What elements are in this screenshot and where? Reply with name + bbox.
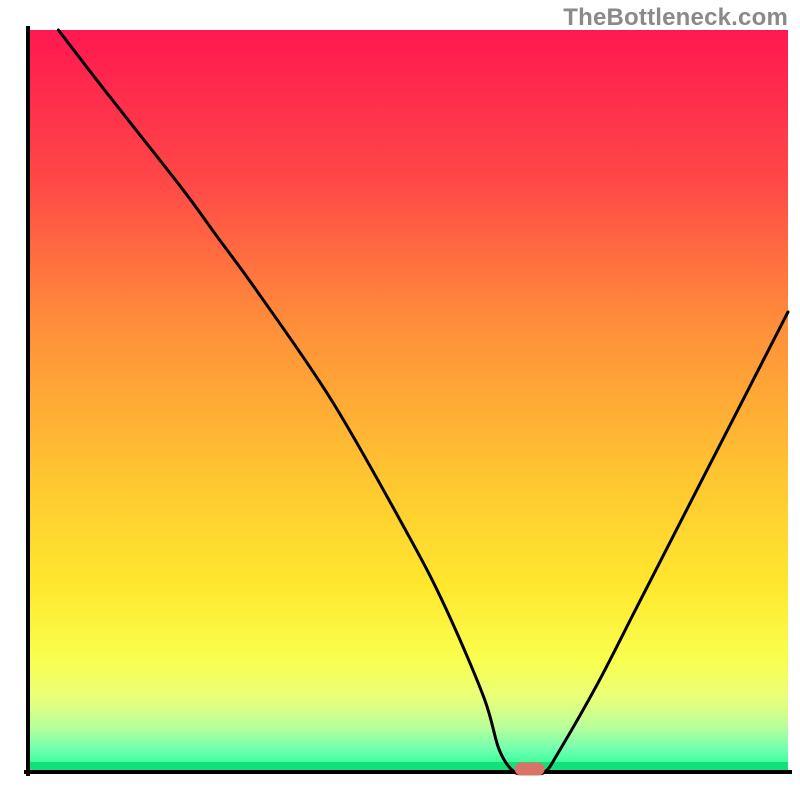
watermark-text: TheBottleneck.com xyxy=(563,4,788,32)
bottleneck-chart xyxy=(0,0,800,800)
chart-container: TheBottleneck.com xyxy=(0,0,800,800)
gradient-background xyxy=(28,30,788,772)
optimal-point-marker xyxy=(515,763,545,776)
